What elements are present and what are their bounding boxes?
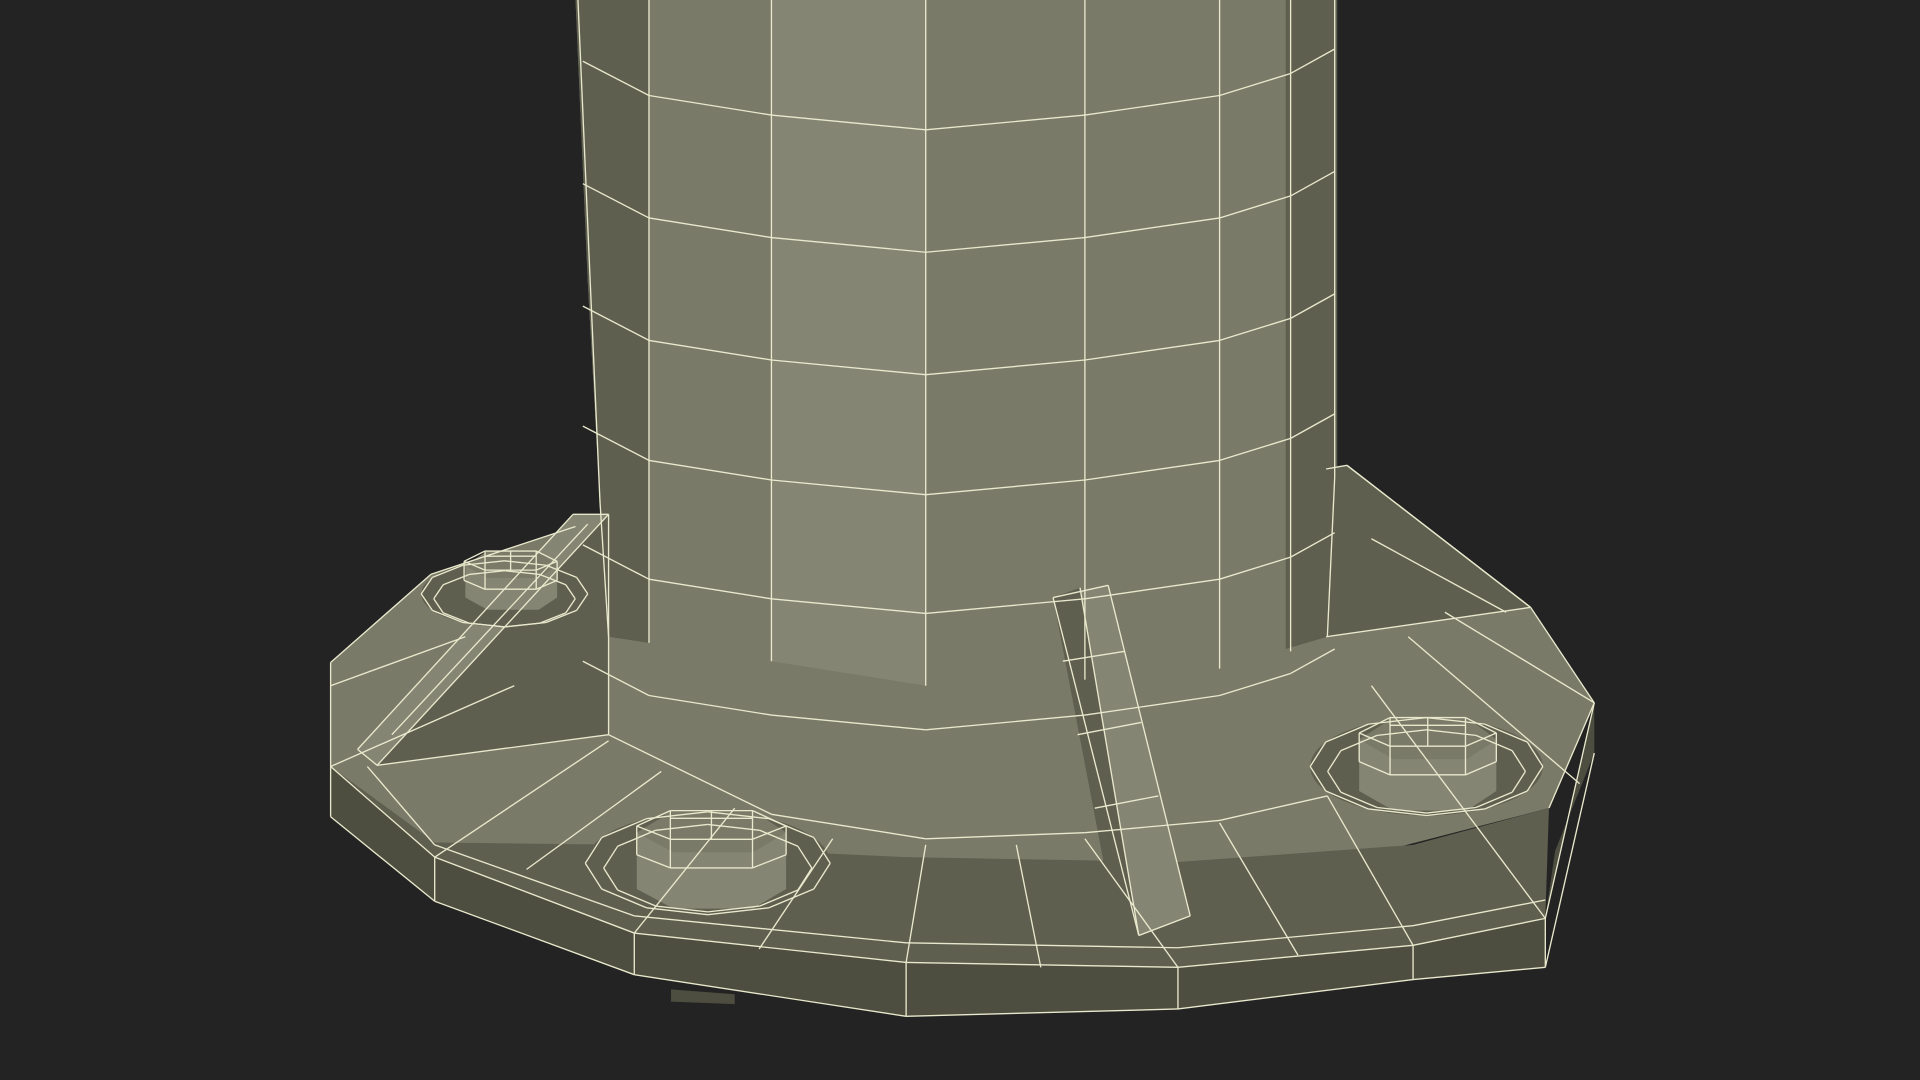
render-viewport xyxy=(0,0,1920,1080)
bolt-right xyxy=(1310,717,1543,816)
wireframe-render xyxy=(329,0,1595,1017)
column xyxy=(575,0,1338,686)
